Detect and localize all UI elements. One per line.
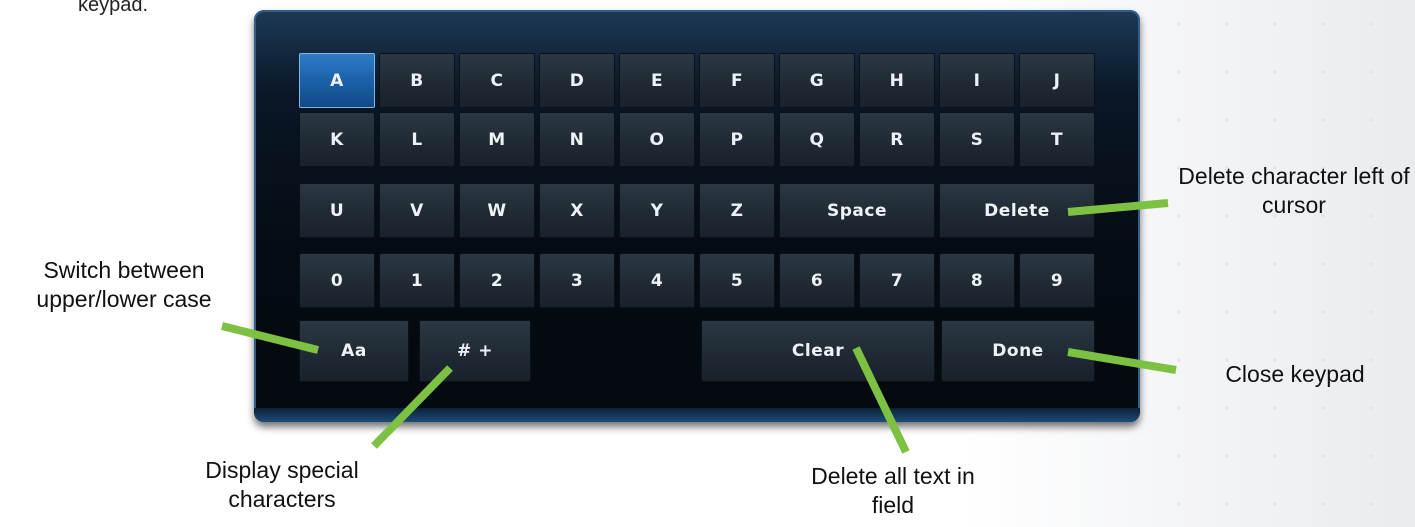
callout-lines — [221, 199, 1177, 454]
callout-line-case — [221, 322, 319, 354]
callout-line-clear — [852, 346, 910, 454]
callout-line-delete — [1067, 199, 1169, 216]
callout-line-special — [371, 365, 453, 449]
callout-line-close — [1067, 348, 1177, 374]
